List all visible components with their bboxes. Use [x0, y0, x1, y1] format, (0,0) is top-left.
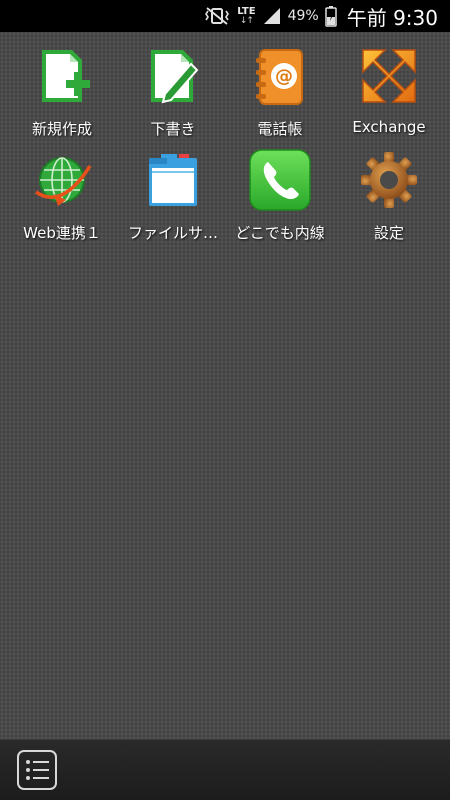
- app-label: Exchange: [352, 118, 426, 136]
- mute-vibrate-icon: [205, 7, 230, 25]
- draft-pen-icon: [151, 50, 199, 104]
- status-bar: LTE ↓↑ 49% 午前 9:30: [0, 0, 450, 32]
- app-label: どこでも内線: [235, 224, 325, 242]
- app-label: 下書き: [150, 120, 196, 138]
- address-book-icon: @: [256, 49, 303, 105]
- app-web[interactable]: Web連携１: [6, 148, 118, 248]
- clock: 午前 9:30: [346, 5, 438, 30]
- network-label: LTE: [237, 5, 256, 17]
- app-file-server[interactable]: ファイルサ…: [117, 148, 229, 248]
- app-draft[interactable]: 下書き: [117, 44, 229, 144]
- data-arrows-icon: ↓↑: [239, 15, 254, 26]
- app-extension[interactable]: どこでも内線: [224, 148, 336, 248]
- lte-icon: LTE ↓↑: [237, 5, 256, 26]
- app-phonebook[interactable]: @ 電話帳: [224, 44, 336, 144]
- signal-icon: [263, 8, 280, 24]
- exchange-icon: [362, 49, 416, 103]
- app-exchange[interactable]: Exchange: [333, 44, 445, 144]
- battery-percent: 49%: [287, 8, 319, 24]
- app-new-document[interactable]: 新規作成: [6, 44, 118, 144]
- globe-icon: [35, 157, 92, 206]
- app-label: 新規作成: [31, 120, 92, 138]
- svg-text:@: @: [275, 66, 293, 87]
- app-settings[interactable]: 設定: [333, 148, 445, 248]
- status-icons: LTE ↓↑ 49% 午前 9:30: [203, 0, 438, 32]
- app-label: Web連携１: [23, 224, 101, 242]
- menu-list-icon[interactable]: [17, 750, 57, 790]
- app-label: 設定: [373, 224, 404, 242]
- app-label: 電話帳: [257, 120, 303, 138]
- new-document-icon: [42, 50, 90, 102]
- app-label: ファイルサ…: [127, 224, 218, 242]
- battery-charging-icon: [324, 6, 337, 27]
- bottom-bar: [0, 739, 450, 800]
- folder-icon: [149, 154, 197, 206]
- gear-icon: [361, 152, 417, 208]
- phone-icon: [249, 149, 311, 211]
